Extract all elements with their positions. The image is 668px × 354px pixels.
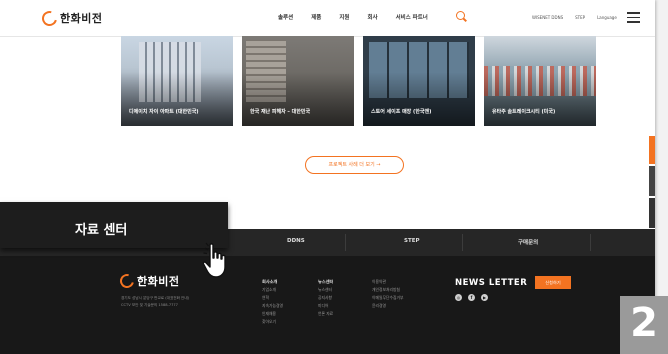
footer-logo[interactable]: 한화비전 — [117, 271, 180, 291]
card-caption: 유타주 솔트레이크시티 (미국) — [492, 109, 556, 115]
util-step-link[interactable]: STEP — [575, 15, 585, 20]
instagram-icon[interactable]: ◎ — [455, 294, 462, 301]
data-center-tab-label: 자료 센터 — [75, 223, 128, 238]
footer-link[interactable]: 찾아오기 — [262, 318, 283, 326]
footer-nav-purchase[interactable]: 구매문의 — [518, 238, 538, 246]
logo-text: 한화비전 — [60, 12, 103, 25]
step-number-badge: 2 — [620, 296, 668, 354]
pointer-hand-icon — [202, 242, 226, 278]
hamburger-menu-icon[interactable] — [627, 12, 640, 26]
utility-links: WISENET DDNS STEP Language — [532, 15, 617, 20]
nav-item-solution[interactable]: 솔루션 — [278, 13, 293, 21]
util-ddns-link[interactable]: WISENET DDNS — [532, 15, 563, 20]
nav-item-products[interactable]: 제품 — [311, 13, 321, 21]
logo-mark-icon — [39, 7, 60, 29]
logo-mark-icon — [117, 271, 137, 291]
footer-nav-step[interactable]: STEP — [404, 238, 420, 244]
footer-column-news: 뉴스센터 뉴스센터 공지사항 미디어 언론 자료 — [318, 279, 334, 318]
util-language-select[interactable]: Language — [597, 15, 617, 20]
footer-link[interactable]: 지속가능경영 — [262, 302, 283, 310]
side-quick-tab[interactable] — [649, 136, 655, 164]
project-cards: 디에이치 자이 아파트 (대한민국) 한국 재난 피해자 – 대한민국 스토어 … — [121, 36, 596, 126]
footer-column-policy: 이용약관 개인정보처리방침 이메일무단수집거부 윤리경영 — [372, 278, 403, 310]
side-quick-tab[interactable] — [649, 166, 655, 196]
nav-item-partner[interactable]: 서비스 파트너 — [396, 13, 428, 21]
side-quick-tab[interactable] — [649, 198, 655, 228]
footer-link[interactable]: 뉴스센터 — [318, 286, 333, 294]
footer-link[interactable]: 인재채용 — [262, 310, 283, 318]
footer-logo-text: 한화비전 — [137, 275, 180, 288]
footer-link[interactable]: 이메일무단수집거부 — [372, 294, 403, 302]
youtube-icon[interactable]: ▶ — [481, 294, 488, 301]
card-caption: 스토어 세이프 매장 (한국맨) — [371, 109, 432, 115]
project-card[interactable]: 디에이치 자이 아파트 (대한민국) — [121, 36, 233, 126]
main-nav: 솔루션 제품 지원 회사 서비스 파트너 — [278, 13, 428, 21]
footer-link[interactable]: 공지사항 — [318, 294, 333, 302]
search-icon[interactable] — [456, 11, 465, 20]
footer-link[interactable]: 개인정보처리방침 — [372, 286, 403, 294]
footer-link[interactable]: 윤리경영 — [372, 302, 403, 310]
project-card[interactable]: 한국 재난 피해자 – 대한민국 — [242, 36, 354, 126]
footer-column-company: 회사소개 기업소개 연혁 지속가능경영 인재채용 찾아오기 — [262, 279, 283, 326]
site-footer: 한화비전 경기도 성남시 분당구 판교로 (대표전화 안내) CCTV 보안 및… — [0, 256, 655, 354]
facebook-icon[interactable]: f — [468, 294, 475, 301]
footer-link[interactable]: 언론 자료 — [318, 310, 333, 318]
site-header: 한화비전 솔루션 제품 지원 회사 서비스 파트너 WISENET DDNS S… — [0, 0, 655, 37]
project-card[interactable]: 스토어 세이프 매장 (한국맨) — [363, 36, 475, 126]
footer-link[interactable]: 연혁 — [262, 294, 283, 302]
sns-links: ◎ f ▶ — [455, 294, 488, 301]
project-card[interactable]: 유타주 솔트레이크시티 (미국) — [484, 36, 596, 126]
footer-link[interactable]: 미디어 — [318, 302, 333, 310]
browser-page: 한화비전 솔루션 제품 지원 회사 서비스 파트너 WISENET DDNS S… — [0, 0, 655, 354]
card-caption: 디에이치 자이 아파트 (대한민국) — [129, 109, 199, 115]
footer-nav-ddns[interactable]: DDNS — [287, 238, 305, 244]
newsletter-title: NEWS LETTER — [455, 278, 528, 288]
nav-item-support[interactable]: 지원 — [339, 13, 349, 21]
data-center-tab-callout[interactable]: 자료 센터 — [0, 202, 228, 248]
more-projects-button[interactable]: 프로젝트 사례 더 보기 → — [305, 156, 404, 174]
site-logo[interactable]: 한화비전 — [39, 7, 103, 29]
footer-address: 경기도 성남시 분당구 판교로 (대표전화 안내) CCTV 보안 및 기술문의… — [121, 296, 190, 307]
nav-item-company[interactable]: 회사 — [367, 13, 377, 21]
card-caption: 한국 재난 피해자 – 대한민국 — [250, 109, 311, 115]
footer-link[interactable]: 기업소개 — [262, 286, 283, 294]
newsletter-subscribe-button[interactable]: 신청하기 — [535, 276, 571, 289]
footer-link[interactable]: 이용약관 — [372, 278, 403, 286]
